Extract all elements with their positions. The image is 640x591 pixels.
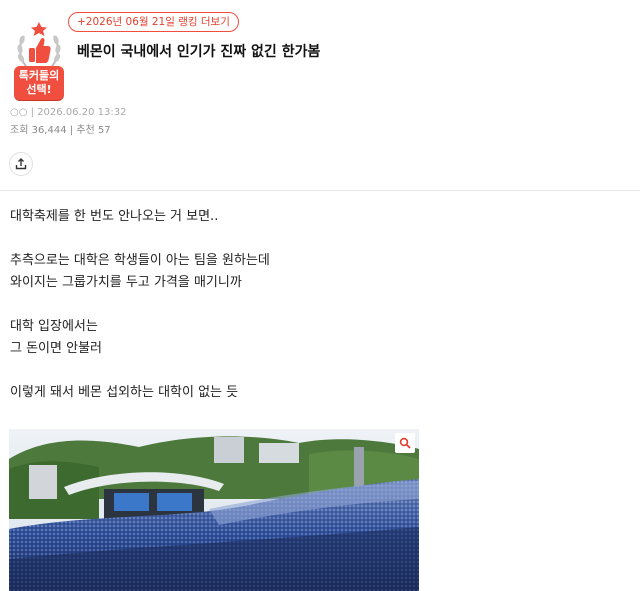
post-datetime: | 2026.06.20 13:32 xyxy=(30,107,127,118)
body-line: 그 돈이면 안불러 xyxy=(10,341,102,356)
ranking-more-link[interactable]: +2026년 06월 21일 랭킹 더보기 xyxy=(68,12,239,32)
body-line: 와이지는 그룹가치를 두고 가격을 매기니까 xyxy=(10,275,242,290)
post-title: 베몬이 국내에서 인기가 진짜 없긴 한가봄 xyxy=(77,44,321,60)
badge-label-line1: 톡커들의 xyxy=(18,69,60,82)
post-author-date: ○○ | 2026.06.20 13:32 xyxy=(10,107,126,118)
badge-label-line2: 선택! xyxy=(26,83,52,96)
body-line: 이렇게 돼서 베몬 섭외하는 대학이 없는 듯 xyxy=(10,385,239,400)
share-button[interactable] xyxy=(9,152,33,176)
post-stats: 조회 36,444 | 추천 57 xyxy=(10,125,111,136)
post-body: 대학축제를 한 번도 안나오는 거 보면.. 추측으로는 대학은 학생들이 아는… xyxy=(10,206,610,404)
post-header: 톡커들의 선택! +2026년 06월 21일 랭킹 더보기 베몬이 국내에서 … xyxy=(0,0,640,191)
body-blank-line xyxy=(10,228,610,250)
talkers-choice-badge: 톡커들의 선택! xyxy=(10,14,68,100)
thumbs-up-laurel-icon xyxy=(17,22,61,67)
body-blank-line xyxy=(10,294,610,316)
author-name[interactable]: ○○ xyxy=(10,107,27,118)
zoom-image-button[interactable] xyxy=(395,433,415,453)
body-blank-line xyxy=(10,360,610,382)
search-icon xyxy=(399,437,411,449)
body-line: 추측으로는 대학은 학생들이 아는 팀을 원하는데 xyxy=(10,253,270,268)
badge-label: 톡커들의 선택! xyxy=(14,66,64,100)
share-icon xyxy=(15,158,27,170)
post-photo-festival-crowd[interactable] xyxy=(9,429,419,591)
festival-crowd-image xyxy=(9,429,419,591)
body-line: 대학축제를 한 번도 안나오는 거 보면.. xyxy=(10,209,219,224)
body-line: 대학 입장에서는 xyxy=(10,319,98,334)
